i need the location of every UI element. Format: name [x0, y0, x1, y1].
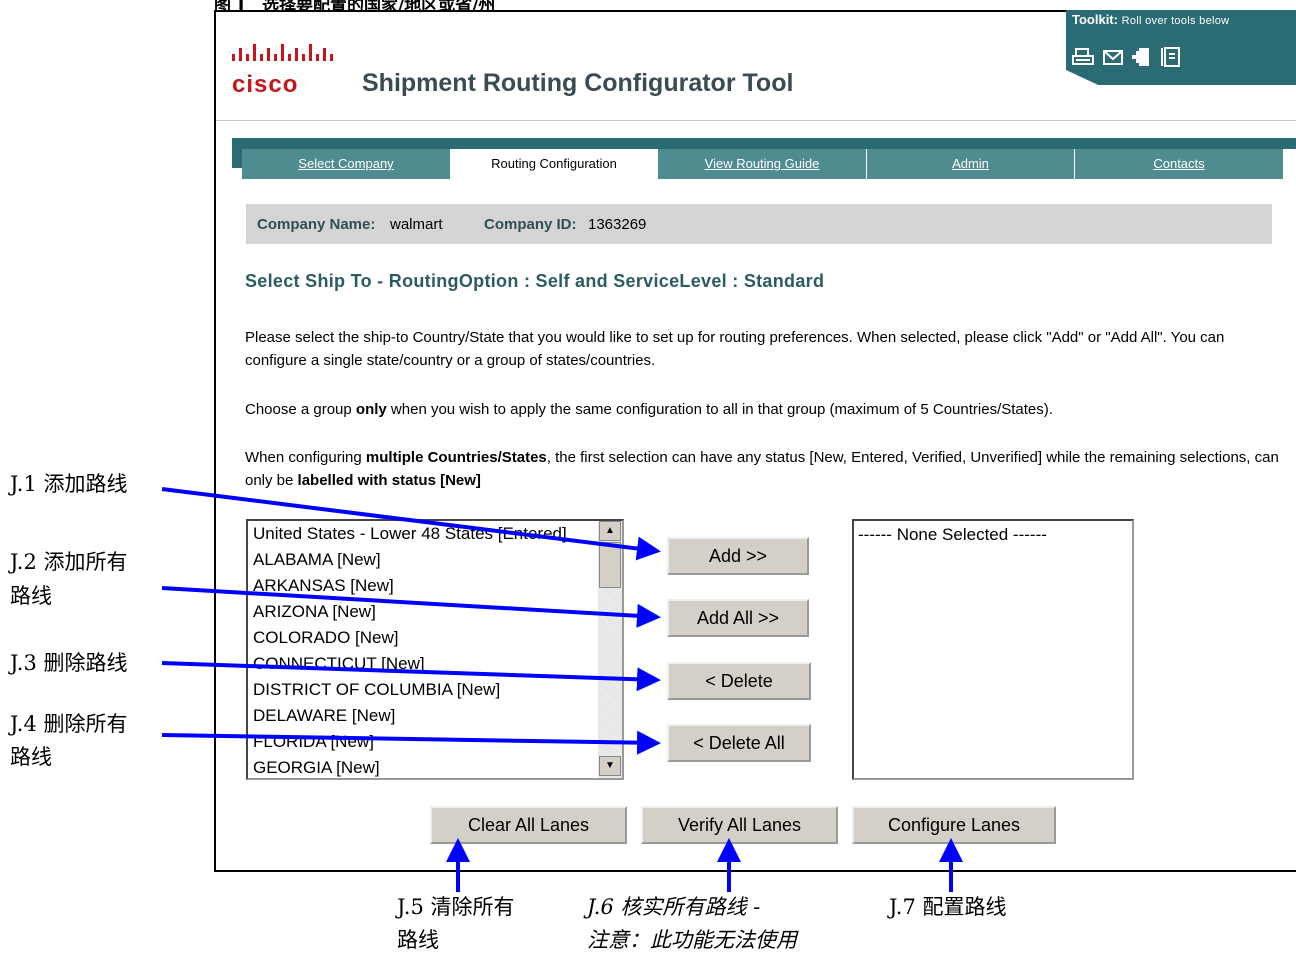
annotation-j2-line2: 路线	[10, 584, 52, 608]
annotation-arrows	[161, 487, 963, 892]
annotation-j3: J.3 删除路线	[10, 651, 128, 675]
annotation-j6-line1: J.6 核实所有路线 -	[587, 895, 761, 919]
annotation-j2-line1: J.2 添加所有	[10, 550, 128, 574]
annotation-j7: J.7 配置路线	[889, 895, 1007, 919]
annotation-j5-line1: J.5 清除所有	[397, 895, 515, 919]
arrow-j4	[161, 730, 661, 755]
annotation-j5-line2: 路线	[397, 928, 439, 952]
arrow-j2	[161, 586, 661, 628]
annotation-j6-line2: 注意：此功能无法使用	[587, 928, 797, 952]
arrow-j3	[161, 661, 661, 692]
arrow-j1	[161, 487, 661, 561]
annotation-j4-line2: 路线	[10, 745, 52, 769]
annotation-j1: J.1 添加路线	[10, 472, 128, 496]
annotation-j4-line1: J.4 删除所有	[10, 712, 128, 736]
